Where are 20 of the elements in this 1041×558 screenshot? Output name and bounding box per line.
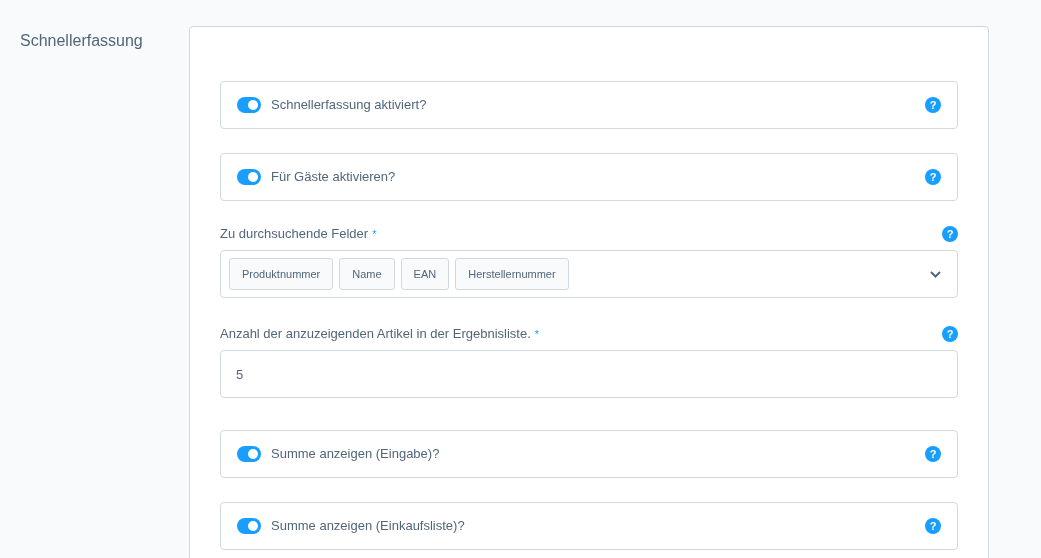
number-input[interactable]: 5 bbox=[220, 350, 958, 398]
toggle-switch[interactable] bbox=[237, 518, 261, 534]
required-mark: * bbox=[372, 226, 377, 242]
chevron-down-icon[interactable] bbox=[930, 270, 941, 278]
field-label: Zu durchsuchende Felder bbox=[220, 225, 369, 244]
toggle-switch[interactable] bbox=[237, 97, 261, 113]
selected-tag[interactable]: EAN bbox=[400, 258, 450, 290]
selected-tag[interactable]: Produktnummer bbox=[229, 258, 334, 290]
selected-tag[interactable]: Herstellernummer bbox=[455, 258, 569, 290]
multi-select-field[interactable]: Produktnummer Name EAN Herstellernummer bbox=[220, 250, 958, 298]
field-label: Anzahl der anzuzeigenden Artikel in der Ergebnisliste. bbox=[220, 325, 531, 344]
toggle-label: Summe anzeigen (Eingabe)? bbox=[271, 445, 441, 464]
section-title: Schnellerfassung bbox=[20, 31, 144, 51]
toggle-label: Summe anzeigen (Einkaufsliste)? bbox=[271, 517, 466, 536]
required-mark: * bbox=[534, 326, 540, 342]
toggle-label: Schnellerfassung aktiviert? bbox=[271, 96, 428, 115]
toggle-switch[interactable] bbox=[237, 169, 261, 185]
selected-tag[interactable]: Name bbox=[339, 258, 395, 290]
toggle-label: Für Gäste aktivieren? bbox=[271, 168, 397, 187]
toggle-switch[interactable] bbox=[237, 446, 261, 462]
